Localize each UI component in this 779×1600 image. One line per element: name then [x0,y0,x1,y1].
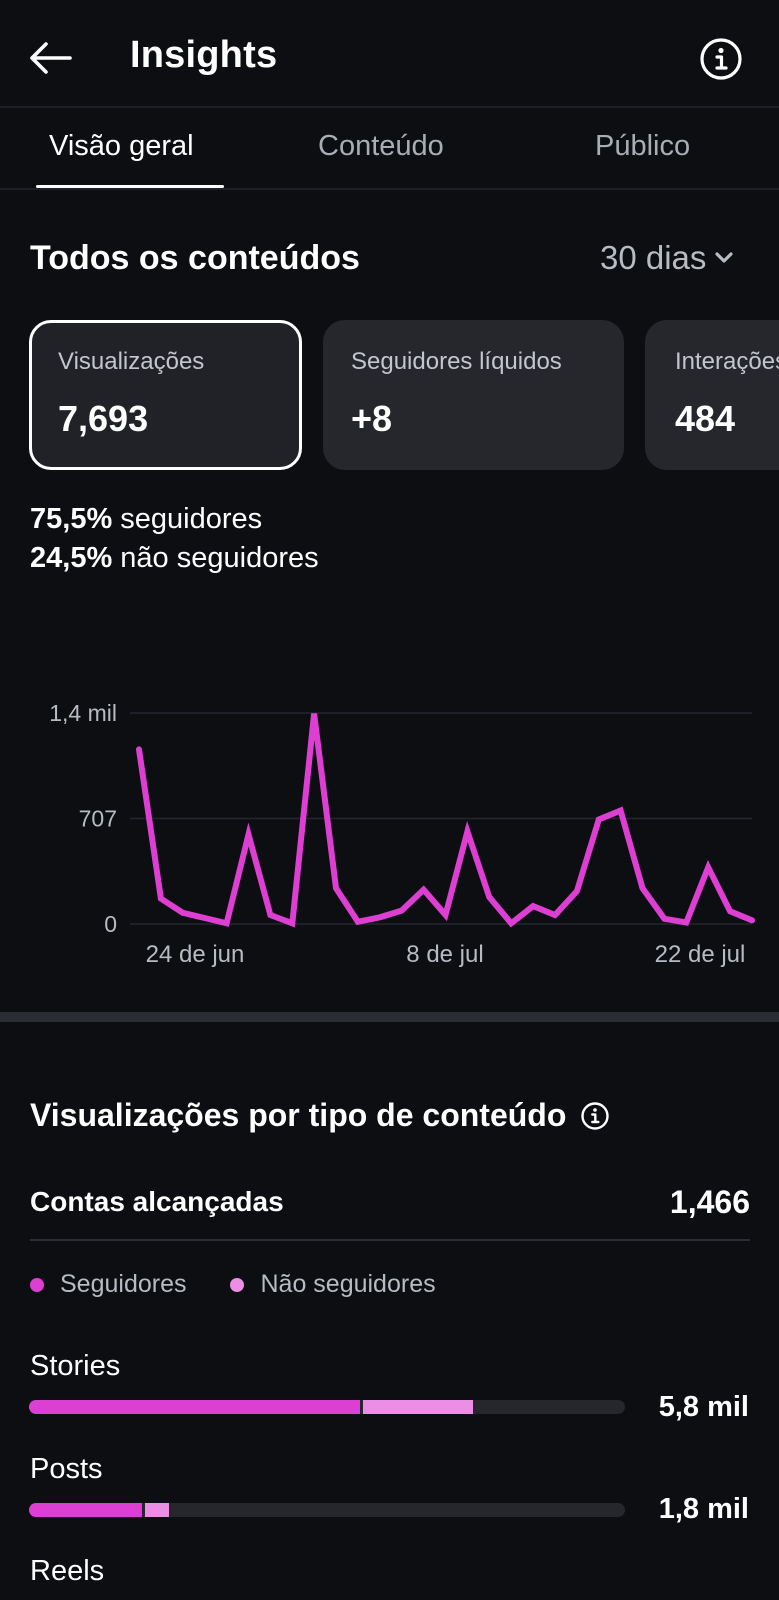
metric-value: 484 [675,398,736,439]
legend-dot-followers [30,1277,44,1292]
views-line-chart: 1,4 mil 707 0 24 de jun 8 de jul 22 de jul [49,700,755,968]
tab-overview[interactable]: Visão geral [49,130,194,163]
period-selector[interactable]: 30 dias [600,239,734,277]
chart-legend: Seguidores Não seguidores [30,1270,436,1299]
reach-divider [30,1239,750,1241]
tab-content[interactable]: Conteúdo [318,130,444,163]
non-followers-pct: 24,5% [30,542,113,574]
legend-item-followers: Seguidores [30,1270,186,1299]
back-button[interactable] [26,36,74,80]
non-followers-share: 24,5% não seguidores [30,542,319,575]
metric-label: Interações [675,348,779,375]
metric-card-net-followers[interactable]: Seguidores líquidos +8 [323,320,624,470]
views-by-type-title: Visualizações por tipo de conteúdo [30,1097,610,1134]
followers-share: 75,5% seguidores [30,503,262,536]
legend-label: Não seguidores [260,1270,436,1298]
views-by-type-label: Visualizações por tipo de conteúdo [30,1097,567,1133]
section-divider [0,1012,779,1022]
stories-followers-bar [29,1400,360,1414]
y-tick-label: 1,4 mil [49,700,117,726]
tab-audience[interactable]: Público [595,130,690,163]
non-followers-label: não seguidores [120,542,319,574]
posts-followers-bar [29,1503,143,1517]
content-type-label: Stories [30,1350,121,1382]
stories-non-followers-bar [359,1400,473,1414]
posts-non-followers-bar [142,1503,170,1517]
metric-label: Visualizações [58,348,205,375]
chevron-down-icon [715,252,734,263]
x-tick-label: 24 de jun [146,941,245,968]
period-label: 30 dias [600,239,707,276]
app-header: Insights [0,0,779,106]
metric-label: Seguidores líquidos [351,348,562,375]
content-type-label: Posts [30,1453,103,1485]
insights-screen: Insights Visão geral Conteúdo Público To… [0,0,779,1600]
metric-card-interactions[interactable]: Interações 484 [645,320,779,470]
x-tick-label: 22 de jul [655,941,746,968]
legend-item-non-followers: Não seguidores [230,1270,436,1299]
y-tick-label: 707 [79,806,117,832]
tabs-divider [0,188,779,190]
followers-pct: 75,5% [30,503,113,535]
tab-bar: Visão geral Conteúdo Público [0,108,779,188]
stories-bar [29,1400,625,1414]
arrow-left-icon [30,42,72,74]
followers-label: seguidores [120,503,263,535]
x-tick-label: 8 de jul [406,941,483,968]
accounts-reached-value: 1,466 [669,1183,750,1220]
section-title: Todos os conteúdos [30,239,360,277]
y-tick-label: 0 [104,911,117,937]
content-type-label: Reels [30,1555,105,1587]
page-title: Insights [130,34,278,76]
accounts-reached-row: Contas alcançadas 1,466 [30,1178,750,1226]
info-button[interactable] [698,36,744,82]
accounts-reached-label: Contas alcançadas [30,1186,284,1217]
legend-label: Seguidores [60,1270,187,1298]
metric-value: 7,693 [58,398,149,439]
content-type-value: 5,8 mil [658,1391,749,1423]
metric-card-views[interactable]: Visualizações 7,693 [29,320,302,470]
info-icon [700,38,742,80]
posts-bar [29,1503,625,1517]
info-icon[interactable] [580,1101,610,1131]
legend-dot-non-followers [230,1277,245,1292]
content-type-value: 1,8 mil [658,1493,749,1525]
metric-value: +8 [351,398,393,439]
